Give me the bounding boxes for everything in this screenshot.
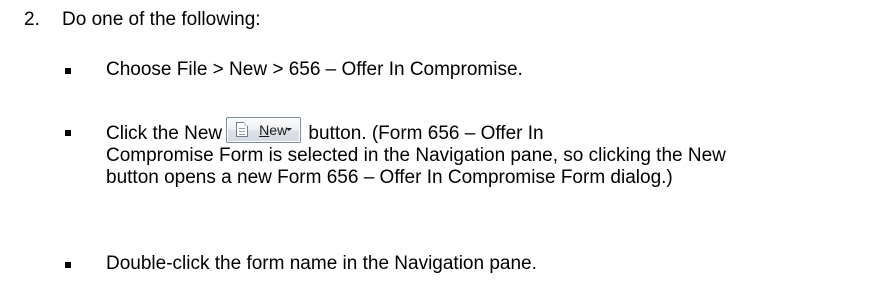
option-text: Double-click the form name in the Naviga… bbox=[106, 253, 537, 274]
dropdown-arrow-icon bbox=[286, 128, 293, 131]
new-button-label: New bbox=[259, 122, 288, 138]
option-text-continued: Compromise Form is selected in the Navig… bbox=[106, 145, 726, 188]
new-button[interactable]: New bbox=[226, 117, 302, 143]
option-text-before-button: Click the New bbox=[106, 123, 223, 144]
step-text: Do one of the following: bbox=[62, 9, 261, 30]
option-text-after-button: button. (Form 656 – Offer In bbox=[303, 123, 544, 144]
option-text: Click the New New button. (Form 656 – Off… bbox=[106, 117, 746, 189]
bullet-marker bbox=[65, 262, 71, 268]
bullet-marker bbox=[65, 130, 71, 136]
document-icon bbox=[236, 122, 249, 137]
option-text: Choose File > New > 656 – Offer In Compr… bbox=[106, 59, 523, 80]
step-instruction: 2. Do one of the following: bbox=[24, 8, 261, 32]
bullet-marker bbox=[65, 68, 71, 74]
step-number: 2. bbox=[24, 9, 40, 30]
help-page: 2. Do one of the following: Choose File >… bbox=[0, 0, 876, 307]
